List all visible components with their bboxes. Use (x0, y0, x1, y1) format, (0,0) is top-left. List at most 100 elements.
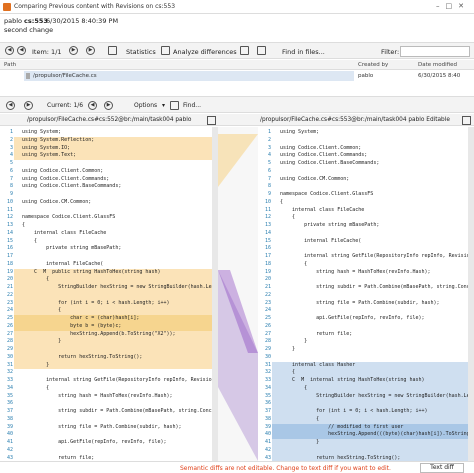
code-line[interactable]: { (280, 261, 307, 267)
code-line[interactable]: { (280, 369, 295, 375)
code-line[interactable]: for (int i = 0; i < hash.Length; i++) (22, 300, 169, 306)
code-line[interactable]: return file; (22, 455, 94, 461)
code-line[interactable]: internal class FileCache (22, 230, 106, 236)
code-line[interactable]: api.GetFile(repInfo, revInfo, file); (280, 315, 424, 321)
code-line[interactable]: internal string GetFile(RepositoryInfo r… (280, 253, 474, 259)
code-line[interactable]: char c = (char)hash[i]; (22, 315, 139, 321)
code-line[interactable]: internal class Hasher (280, 362, 355, 368)
next-item-icon[interactable]: ▶ (69, 46, 78, 55)
code-line[interactable]: hexString.Append(b.ToString("X2")); (22, 331, 175, 337)
line-number: 38 (6, 415, 13, 422)
last-item-icon[interactable]: ▶ (86, 46, 95, 55)
diff-connections (218, 134, 258, 461)
next-change-icon[interactable]: ▶ (104, 101, 113, 110)
code-line[interactable]: internal FileCache( (280, 238, 361, 244)
code-line[interactable]: using Codice.Client.BaseCommands; (280, 160, 379, 166)
right-scrollbar[interactable] (468, 127, 474, 461)
code-line[interactable]: using Codice.Client.Common; (280, 145, 361, 151)
code-line[interactable]: private string mBasePath; (280, 222, 379, 228)
code-line[interactable]: namespace Codice.Client.GlassFS (280, 191, 373, 197)
left-scrollbar[interactable] (212, 127, 218, 461)
code-line[interactable]: hexString.Append(((byte)(char)hash[i]).T… (280, 431, 474, 437)
file-row[interactable]: /propulsor/FileCache.cs pablo 6/30/2015 … (0, 71, 474, 82)
previous-item-icon[interactable]: ◀ (5, 46, 14, 55)
code-line[interactable]: { (22, 385, 49, 391)
code-line[interactable]: namespace Codice.Client.GlassFS (22, 214, 115, 220)
code-line[interactable]: C M public string HashToHex(string hash) (22, 269, 160, 275)
right-code-pane[interactable]: 1 using System; 2 3 using Codice.Client.Comm… (258, 127, 474, 461)
code-line[interactable]: return file; (280, 331, 352, 337)
code-line[interactable]: string subdir = Path.Combine(mBasePath, … (280, 284, 474, 290)
find-icon[interactable] (170, 101, 179, 110)
prev-change-icon[interactable]: ◀ (88, 101, 97, 110)
code-line[interactable]: string file = Path.Combine(subdir, hash)… (280, 300, 439, 306)
find-in-files-button[interactable]: Find in files... (282, 48, 325, 56)
code-line[interactable]: // modified to first user (280, 424, 403, 430)
code-line[interactable]: { (22, 276, 49, 282)
text-diff-button[interactable]: Text diff (420, 463, 464, 473)
analyze-icon[interactable] (161, 46, 170, 55)
find-button[interactable]: Find... (183, 102, 201, 109)
left-code-pane[interactable]: 1 using System; 2 using System.Reflection; 3… (0, 127, 218, 461)
code-line[interactable]: { (22, 222, 25, 228)
code-line[interactable]: string file = Path.Combine(subdir, hash)… (22, 424, 181, 430)
analyze-differences-button[interactable]: Analyze differences (173, 48, 237, 56)
code-line[interactable]: string hash = HashToHex(revInfo.Hash); (22, 393, 172, 399)
code-line[interactable]: using Codice.Client.Common; (22, 168, 103, 174)
file-icon[interactable] (240, 46, 249, 55)
code-line[interactable]: using Codice.CM.Common; (280, 176, 349, 182)
code-line[interactable]: internal FileCache( (22, 261, 103, 267)
line-number: 42 (6, 446, 13, 453)
line-number: 9 (267, 191, 271, 197)
code-line[interactable]: return hexString.ToString(); (22, 354, 142, 360)
code-line[interactable]: using Codice.Client.BaseCommands; (22, 183, 121, 189)
window-controls[interactable]: –□✕ (436, 2, 470, 10)
code-line[interactable]: { (22, 307, 61, 313)
code-line[interactable]: string subdir = Path.Combine(mBasePath, … (22, 408, 218, 414)
code-line[interactable]: byte b = (byte)c; (22, 323, 121, 329)
code-line[interactable]: using System.Text; (22, 152, 76, 158)
code-line[interactable]: StringBuilder hexString = new StringBuil… (22, 284, 218, 290)
code-line[interactable]: using Codice.Client.Commands; (22, 176, 109, 182)
code-line[interactable]: internal string GetFile(RepositoryInfo r… (22, 377, 218, 383)
code-line[interactable]: { (280, 385, 307, 391)
code-line[interactable]: internal class FileCache (280, 207, 364, 213)
code-line[interactable]: return hexString.ToString(); (280, 455, 400, 461)
code-line[interactable]: using Codice.CM.Common; (22, 199, 91, 205)
code-line[interactable]: } (280, 346, 295, 352)
code-line[interactable]: using System.Reflection; (22, 137, 94, 143)
code-line[interactable]: } (22, 362, 49, 368)
next-diff-icon[interactable]: ▶ (24, 101, 33, 110)
code-line[interactable]: string hash = HashToHex(revInfo.Hash); (280, 269, 430, 275)
code-line[interactable]: api.GetFile(repInfo, revInfo, file); (22, 439, 166, 445)
previous-diff-icon[interactable]: ◀ (6, 101, 15, 110)
code-line[interactable]: StringBuilder hexString = new StringBuil… (280, 393, 474, 399)
col-path[interactable]: Path (4, 62, 16, 68)
statistics-icon[interactable] (108, 46, 117, 55)
code-line[interactable]: { (22, 238, 37, 244)
app-icon (3, 3, 11, 11)
code-line[interactable]: } (280, 439, 319, 445)
code-line[interactable]: using System; (22, 129, 61, 135)
code-line[interactable]: private string mBasePath; (22, 245, 121, 251)
statistics-button[interactable]: Statistics (126, 48, 156, 56)
code-line[interactable]: using System; (280, 129, 319, 135)
code-line[interactable]: { (280, 416, 319, 422)
col-date-modified[interactable]: Date modified (418, 62, 457, 68)
code-line[interactable]: C M internal string HashToHex(string has… (280, 377, 424, 383)
code-line[interactable]: } (280, 338, 307, 344)
col-created-by[interactable]: Created by (358, 62, 388, 68)
code-line[interactable]: } (22, 338, 61, 344)
left-maximize-icon[interactable] (207, 116, 216, 125)
code-line[interactable]: { (280, 199, 283, 205)
file-compare-icon[interactable] (257, 46, 266, 55)
first-item-icon[interactable]: ◀ (17, 46, 26, 55)
filter-input[interactable] (400, 46, 470, 57)
chevron-down-icon[interactable]: ▾ (162, 102, 165, 109)
code-line[interactable]: using System.IO; (22, 145, 70, 151)
code-line[interactable]: using Codice.Client.Commands; (280, 152, 367, 158)
code-line[interactable]: for (int i = 0; i < hash.Length; i++) (280, 408, 427, 414)
code-line[interactable]: { (280, 214, 295, 220)
right-maximize-icon[interactable] (462, 116, 471, 125)
options-dropdown[interactable]: Options (134, 102, 157, 109)
